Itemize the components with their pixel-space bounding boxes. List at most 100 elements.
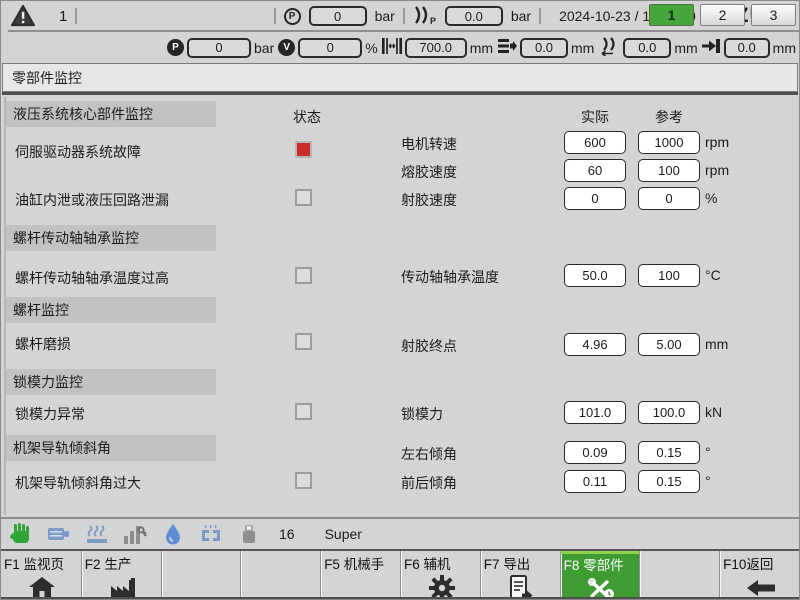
reference-value-field[interactable]: 100 xyxy=(638,159,700,182)
pressure-display: 0 xyxy=(309,6,367,26)
value-unit: ° xyxy=(705,473,711,489)
back-pressure-display: 0.0 xyxy=(445,6,503,26)
page-title: 零部件监控 xyxy=(12,68,82,88)
value-label: 前后倾角 xyxy=(401,473,457,493)
fkey-empty xyxy=(240,551,320,597)
function-key-bar: F1 监视页 F2 生产 F5 机械手 F6 辅机 F7 导出 xyxy=(1,551,799,597)
hmi-screen: 1 P 0 bar P 0.0 bar 2024-10-23 / 11:45:4… xyxy=(0,0,800,600)
machine-values-toolbar: P 0 bar V 0 % 700.0 mm 0.0 mm 0 xyxy=(151,33,796,62)
value-row: 锁模力 101.0 100.0 kN xyxy=(1,401,799,424)
reference-value-field[interactable]: 100 xyxy=(638,264,700,287)
fkey-f5-robot[interactable]: F5 机械手 xyxy=(320,551,400,597)
value-label: 熔胶速度 xyxy=(401,162,457,182)
field-screw-position: 0.0 mm xyxy=(598,37,697,59)
fkey-empty xyxy=(639,551,719,597)
value-unit: rpm xyxy=(705,162,729,178)
value-row: 熔胶速度 60 100 rpm xyxy=(1,159,799,182)
actual-value-field: 0.09 xyxy=(564,441,626,464)
value-row: 射胶终点 4.96 5.00 mm xyxy=(1,333,799,356)
screw-position-display: 0.0 xyxy=(623,38,671,58)
mold-width-icon xyxy=(382,37,402,58)
reference-value-field[interactable]: 5.00 xyxy=(638,333,700,356)
motor-icon xyxy=(47,523,71,545)
fkey-f2-production[interactable]: F2 生产 xyxy=(81,551,161,597)
fkey-f7-export[interactable]: F7 导出 xyxy=(480,551,560,597)
actual-value-field: 0.11 xyxy=(564,470,626,493)
fkey-f6-auxiliary[interactable]: F6 辅机 xyxy=(400,551,480,597)
separator xyxy=(403,8,405,24)
value-row: 传动轴轴承温度 50.0 100 °C xyxy=(1,264,799,287)
section-screw: 螺杆监控 xyxy=(6,297,216,323)
water-drop-icon xyxy=(161,523,185,545)
unit-label: bar xyxy=(254,40,274,56)
unit-label: mm xyxy=(674,40,697,56)
value-unit: % xyxy=(705,190,717,206)
back-pressure-unit: bar xyxy=(511,8,531,24)
field-ejector-position: 0.0 mm xyxy=(497,37,594,58)
ejector-icon xyxy=(497,37,517,58)
tab-3[interactable]: 3 xyxy=(751,4,796,26)
value-unit: ° xyxy=(705,444,711,460)
value-label: 射胶终点 xyxy=(401,336,457,356)
reference-column-header: 参考 xyxy=(638,107,700,127)
user-level: Super xyxy=(325,526,362,542)
actual-value-field: 101.0 xyxy=(564,401,626,424)
svg-text:P: P xyxy=(430,16,436,25)
mold-position-display: 700.0 xyxy=(405,38,467,58)
reference-value-field[interactable]: 0 xyxy=(638,187,700,210)
system-velocity-display: 0 xyxy=(298,38,362,58)
value-unit: mm xyxy=(705,336,728,352)
reference-value-field[interactable]: 0.15 xyxy=(638,441,700,464)
heater-icon xyxy=(85,523,109,545)
fkey-f1-monitor[interactable]: F1 监视页 xyxy=(1,551,81,597)
separator xyxy=(539,8,541,24)
pressure-icon: P xyxy=(284,8,301,25)
field-system-velocity: V 0 % xyxy=(278,38,377,58)
value-row: 射胶速度 0 0 % xyxy=(1,187,799,210)
actual-value-field: 50.0 xyxy=(564,264,626,287)
reference-value-field[interactable]: 1000 xyxy=(638,131,700,154)
divider xyxy=(8,30,799,32)
chart-tool-icon xyxy=(123,523,147,545)
unit-label: mm xyxy=(470,40,493,56)
alarm-count: 1 xyxy=(59,8,67,25)
value-unit: kN xyxy=(705,404,722,420)
manual-mode-hand-icon xyxy=(9,523,33,545)
carriage-icon xyxy=(702,37,721,58)
tab-2[interactable]: 2 xyxy=(700,4,745,26)
carriage-position-display: 0.0 xyxy=(724,38,770,58)
section-hydraulic: 液压系统核心部件监控 xyxy=(6,101,216,127)
section-screw-bearing: 螺杆传动轴轴承监控 xyxy=(6,225,216,251)
separator xyxy=(274,8,276,24)
usb-icon xyxy=(237,523,261,545)
actual-value-field: 4.96 xyxy=(564,333,626,356)
value-label: 传动轴轴承温度 xyxy=(401,267,499,287)
system-pressure-display: 0 xyxy=(187,38,251,58)
section-clamp-force: 锁模力监控 xyxy=(6,369,216,395)
back-pressure-icon: P xyxy=(413,5,437,28)
fkey-f10-back[interactable]: F10返回 xyxy=(719,551,799,597)
separator xyxy=(75,8,77,24)
status-column-header: 状态 xyxy=(293,107,321,127)
value-label: 锁模力 xyxy=(401,404,443,424)
value-unit: rpm xyxy=(705,134,729,150)
divider xyxy=(2,92,798,95)
ejector-position-display: 0.0 xyxy=(520,38,568,58)
fkey-empty xyxy=(161,551,241,597)
alarm-warning-icon[interactable] xyxy=(11,5,35,27)
unit-label: % xyxy=(365,40,377,56)
reference-value-field[interactable]: 0.15 xyxy=(638,470,700,493)
machine-status-bar: 16 Super xyxy=(1,519,799,549)
page-title-bar: 零部件监控 xyxy=(2,63,798,92)
value-row: 电机转速 600 1000 rpm xyxy=(1,131,799,154)
velocity-icon: V xyxy=(278,39,295,56)
tab-1[interactable]: 1 xyxy=(649,4,694,26)
fkey-f8-parts[interactable]: F8 零部件 xyxy=(560,551,640,597)
value-label: 左右倾角 xyxy=(401,444,457,464)
field-carriage-position: 0.0 mm xyxy=(702,37,796,58)
value-label: 射胶速度 xyxy=(401,190,457,210)
value-row: 前后倾角 0.11 0.15 ° xyxy=(1,470,799,493)
unit-label: mm xyxy=(571,40,594,56)
field-system-pressure: P 0 bar xyxy=(167,38,274,58)
reference-value-field[interactable]: 100.0 xyxy=(638,401,700,424)
